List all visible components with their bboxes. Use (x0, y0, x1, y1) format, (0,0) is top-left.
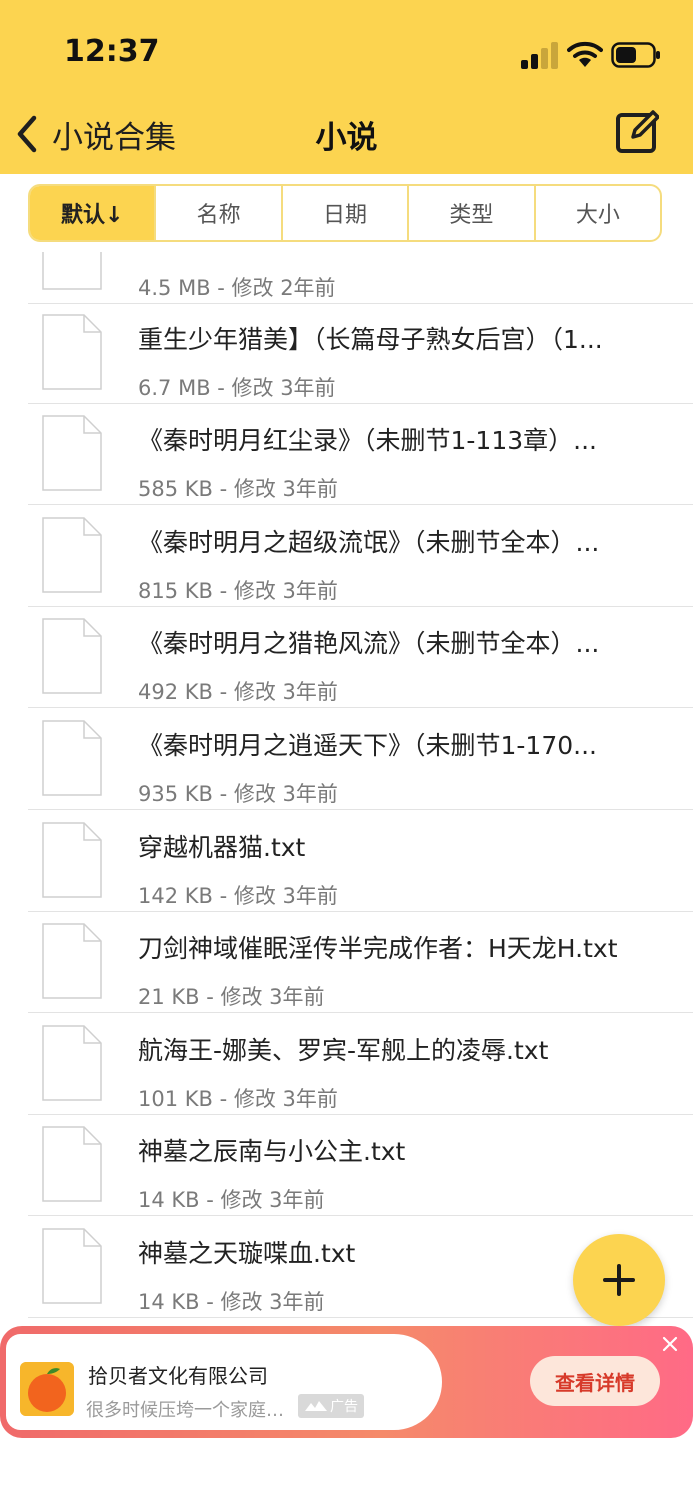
sort-tab-default[interactable]: 默认↓ (30, 186, 157, 240)
plus-icon (603, 1264, 635, 1296)
file-meta: 21 KB - 修改 3年前 (138, 985, 325, 1009)
ad-network-icon (305, 1401, 327, 1411)
battery-icon (611, 42, 660, 68)
file-item[interactable]: 刀剑神域催眠淫传半完成作者：H天龙H.txt 21 KB - 修改 3年前 (28, 913, 693, 1013)
ad-tag-label: 广告 (330, 1399, 358, 1415)
file-list: 4.5 MB - 修改 2年前 重生少年猎美】（长篇母子熟女后宫）（1... 6… (0, 252, 693, 1320)
sort-tabs: 默认↓ 名称 日期 类型 大小 (28, 184, 662, 242)
file-meta: 142 KB - 修改 3年前 (138, 884, 338, 908)
sort-tab-name[interactable]: 名称 (156, 186, 283, 240)
file-item[interactable]: 重生少年猎美】（长篇母子熟女后宫）（1... 6.7 MB - 修改 3年前 (28, 304, 693, 404)
file-icon (42, 720, 102, 796)
file-meta: 492 KB - 修改 3年前 (138, 680, 338, 704)
status-time: 12:37 (64, 34, 160, 69)
page-title: 小说 (315, 120, 378, 156)
ad-description: 很多时候压垮一个家庭… (86, 1400, 284, 1421)
file-icon (42, 415, 102, 491)
file-icon (42, 618, 102, 694)
file-name: 刀剑神域催眠淫传半完成作者：H天龙H.txt (138, 934, 618, 963)
file-meta: 14 KB - 修改 3年前 (138, 1290, 325, 1314)
close-icon[interactable] (660, 1334, 680, 1354)
file-name: 《秦时明月之逍遥天下》（未删节1-170... (138, 731, 597, 760)
file-name: 神墓之辰南与小公主.txt (138, 1137, 406, 1166)
file-name: 《秦时明月之猎艳风流》（未删节全本）... (138, 629, 600, 658)
file-item[interactable]: 神墓之辰南与小公主.txt 14 KB - 修改 3年前 (28, 1116, 693, 1216)
signal-icon (521, 42, 558, 69)
file-name: 重生少年猎美】（长篇母子熟女后宫）（1... (138, 325, 603, 354)
file-meta: 6.7 MB - 修改 3年前 (138, 376, 336, 400)
ad-banner[interactable]: 拾贝者文化有限公司 很多时候压垮一个家庭… 广告 查看详情 (0, 1326, 693, 1438)
ad-title: 拾贝者文化有限公司 (88, 1364, 268, 1388)
file-meta: 585 KB - 修改 3年前 (138, 477, 338, 501)
sort-tab-size[interactable]: 大小 (536, 186, 660, 240)
file-meta: 101 KB - 修改 3年前 (138, 1087, 338, 1111)
file-icon (42, 822, 102, 898)
file-item[interactable]: 《秦时明月之超级流氓》（未删节全本）... 815 KB - 修改 3年前 (28, 507, 693, 607)
ad-tag: 广告 (298, 1394, 364, 1418)
file-name: 航海王-娜美、罗宾-军舰上的凌辱.txt (138, 1036, 549, 1065)
header: 12:37 小说合集 小说 (0, 0, 693, 174)
file-icon (42, 923, 102, 999)
add-button[interactable] (573, 1234, 665, 1326)
file-item[interactable]: 《秦时明月之猎艳风流》（未删节全本）... 492 KB - 修改 3年前 (28, 608, 693, 708)
file-name: 穿越机器猫.txt (138, 833, 306, 862)
file-item[interactable]: 穿越机器猫.txt 142 KB - 修改 3年前 (28, 812, 693, 912)
file-item[interactable]: 4.5 MB - 修改 2年前 (28, 252, 693, 304)
file-icon (42, 1228, 102, 1304)
sort-tab-type[interactable]: 类型 (409, 186, 536, 240)
file-name: 《秦时明月之超级流氓》（未删节全本）... (138, 528, 600, 557)
orange-logo-icon (20, 1362, 74, 1416)
file-meta: 935 KB - 修改 3年前 (138, 782, 338, 806)
file-name: 《秦时明月红尘录》（未删节1-113章）... (138, 426, 597, 455)
sort-tab-date[interactable]: 日期 (283, 186, 410, 240)
file-item[interactable]: 《秦时明月之逍遥天下》（未删节1-170... 935 KB - 修改 3年前 (28, 710, 693, 810)
file-icon (42, 252, 102, 290)
file-meta: 4.5 MB - 修改 2年前 (138, 276, 336, 300)
file-icon (42, 1126, 102, 1202)
edit-icon[interactable] (615, 110, 659, 154)
file-meta: 815 KB - 修改 3年前 (138, 579, 338, 603)
view-details-button[interactable]: 查看详情 (530, 1356, 660, 1406)
file-item[interactable]: 航海王-娜美、罗宾-军舰上的凌辱.txt 101 KB - 修改 3年前 (28, 1015, 693, 1115)
ad-card: 拾贝者文化有限公司 很多时候压垮一个家庭… 广告 (6, 1334, 442, 1430)
file-icon (42, 517, 102, 593)
file-meta: 14 KB - 修改 3年前 (138, 1188, 325, 1212)
wifi-icon (567, 41, 603, 67)
file-icon (42, 1025, 102, 1101)
file-item[interactable]: 《秦时明月红尘录》（未删节1-113章）... 585 KB - 修改 3年前 (28, 405, 693, 505)
file-icon (42, 314, 102, 390)
